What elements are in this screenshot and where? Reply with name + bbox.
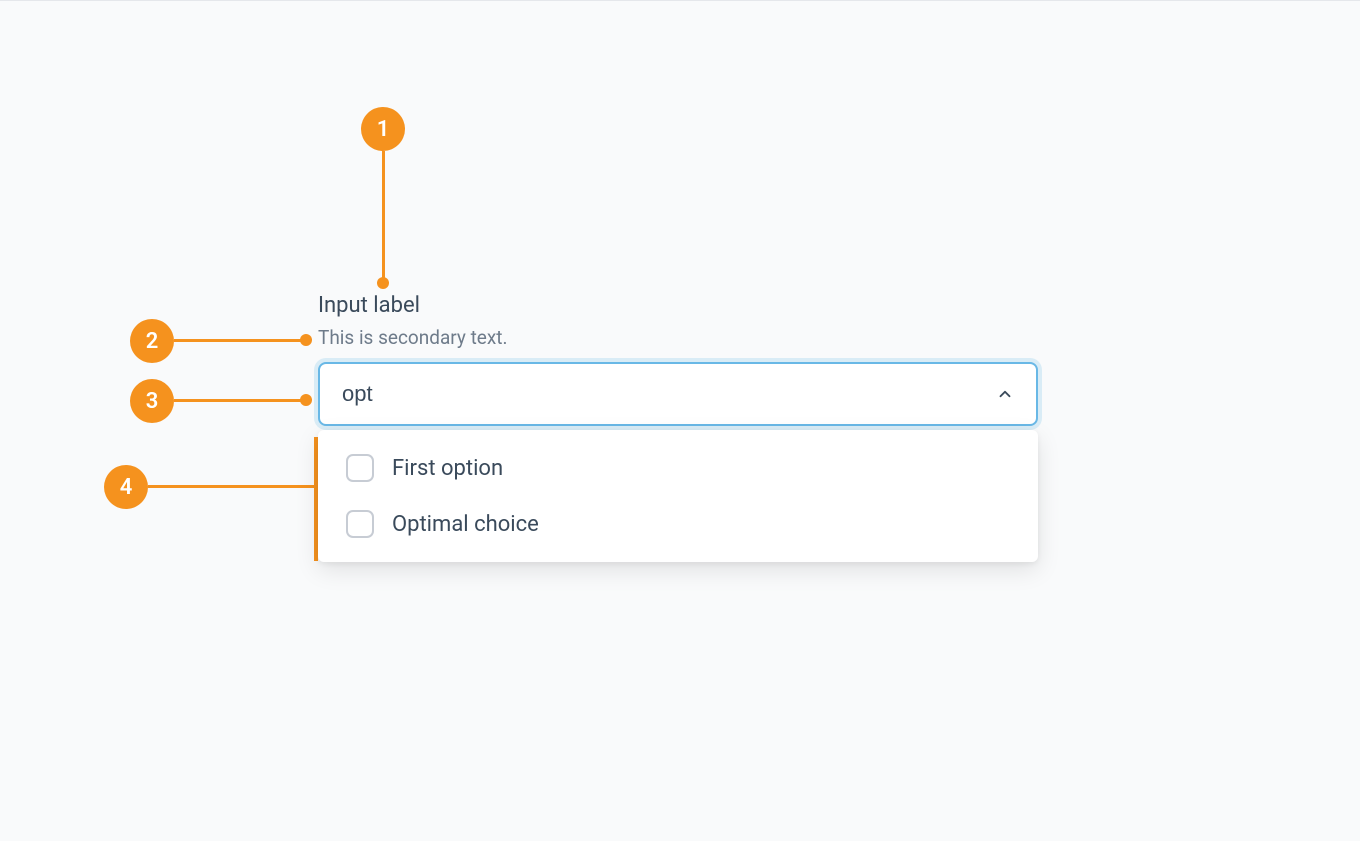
annotation-marker-2: 2 [130, 319, 174, 363]
annotation-line-3 [174, 399, 302, 402]
combobox-field: Input label This is secondary text. Firs… [318, 293, 1038, 562]
annotation-line-1 [382, 151, 385, 279]
chevron-up-icon[interactable] [996, 385, 1014, 403]
annotation-marker-4: 4 [104, 465, 148, 509]
combobox-option[interactable]: First option [318, 440, 1038, 496]
annotation-endpoint-2 [300, 334, 312, 346]
combobox-input-wrapper[interactable] [318, 362, 1038, 426]
annotation-line-2 [174, 339, 302, 342]
secondary-text: This is secondary text. [318, 327, 1038, 350]
annotation-marker-1: 1 [361, 107, 405, 151]
annotation-endpoint-3 [300, 394, 312, 406]
option-label: Optimal choice [392, 512, 539, 537]
combobox-listbox: First option Optimal choice [318, 430, 1038, 562]
annotation-line-4 [148, 485, 314, 488]
annotation-endpoint-1 [377, 277, 389, 289]
checkbox-icon[interactable] [346, 510, 374, 538]
input-label: Input label [318, 293, 1038, 319]
checkbox-icon[interactable] [346, 454, 374, 482]
annotation-marker-3: 3 [130, 379, 174, 423]
diagram-stage: 1 2 3 4 Input label This is secondary te… [0, 1, 1360, 841]
combobox-option[interactable]: Optimal choice [318, 496, 1038, 552]
option-label: First option [392, 456, 503, 481]
combobox-input[interactable] [342, 381, 942, 407]
